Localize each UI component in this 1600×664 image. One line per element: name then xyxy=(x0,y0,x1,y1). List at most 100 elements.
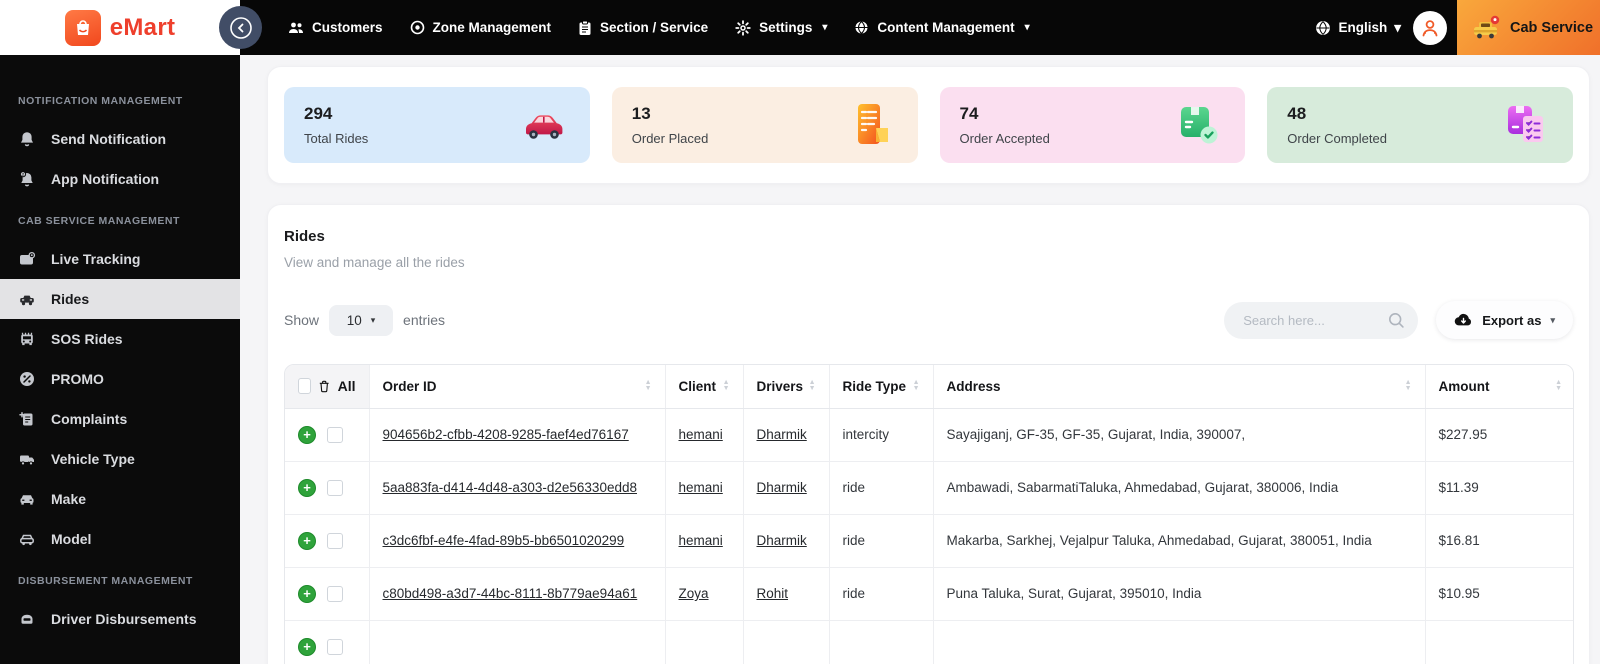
model-icon xyxy=(20,534,34,546)
navbar-right: English ▾ xyxy=(1315,10,1457,45)
row-checkbox[interactable] xyxy=(327,426,343,443)
user-avatar-icon xyxy=(1422,19,1438,36)
show-label: Show xyxy=(284,312,320,328)
caret-down-icon: ▾ xyxy=(1550,314,1555,325)
rides-table: All Order ID ▲ ▼ Client ▲ ▼ Drivers ▲ ▼ Ride T… xyxy=(284,364,1574,664)
make-icon xyxy=(20,495,34,505)
sort-icon: ▲ ▼ xyxy=(722,379,730,393)
sidebar-item-make[interactable]: Make xyxy=(0,479,240,519)
column-header-select-all[interactable]: All xyxy=(285,365,370,409)
sidebar-item-complaints[interactable]: Complaints xyxy=(0,399,240,439)
sidebar-collapse-button[interactable] xyxy=(219,6,262,49)
client-link[interactable]: Zoya xyxy=(679,586,709,601)
order-placed-icon xyxy=(848,103,896,147)
stat-value: 294 xyxy=(304,104,333,123)
expand-row-button[interactable]: + xyxy=(298,637,316,656)
row-checkbox[interactable] xyxy=(327,585,343,602)
driver-link[interactable]: Dharmik xyxy=(757,533,807,548)
sidebar-item-promo[interactable]: PROMO xyxy=(0,359,240,399)
sort-icon: ▲ ▼ xyxy=(1555,379,1562,393)
brand[interactable]: eMart xyxy=(0,0,240,55)
bell-icon xyxy=(21,132,33,147)
stats-panel: 294 Total Rides 13 Order Placed 74 Order… xyxy=(267,66,1590,184)
cloud-download-icon xyxy=(1454,313,1472,325)
search-icon xyxy=(1388,312,1405,334)
nav-item-settings[interactable]: Settings ▾ xyxy=(735,19,828,36)
column-header-amount[interactable]: Amount ▲ ▼ xyxy=(1425,365,1573,409)
settings-icon xyxy=(735,19,751,36)
client-link[interactable]: hemani xyxy=(679,427,723,442)
column-header-drivers[interactable]: Drivers ▲ ▼ xyxy=(743,365,830,409)
customers-icon xyxy=(289,22,303,33)
chevron-down-icon: ▾ xyxy=(1394,19,1401,35)
client-link[interactable]: hemani xyxy=(679,480,723,495)
address-cell: Makarba, Sarkhej, Vejalpur Taluka, Ahmed… xyxy=(933,514,1426,568)
order-id-link[interactable]: 5aa883fa-d414-4d48-a303-d2e56330edd8 xyxy=(383,480,637,495)
sidebar-section-title: CAB SERVICE MANAGEMENT xyxy=(18,215,180,227)
column-header-order-id[interactable]: Order ID ▲ ▼ xyxy=(369,365,666,409)
address-cell: Sayajiganj, GF-35, GF-35, Gujarat, India… xyxy=(933,408,1426,462)
expand-row-button[interactable]: + xyxy=(298,478,316,497)
chevron-down-icon: ▾ xyxy=(822,22,828,33)
table-row: + 904656b2-cfbb-4208-9285-faef4ed76167 h… xyxy=(285,408,1573,462)
row-checkbox[interactable] xyxy=(327,638,343,655)
stat-value: 48 xyxy=(1287,104,1307,123)
app-bell-icon: 2 xyxy=(19,171,33,187)
amount-cell: $227.95 xyxy=(1425,408,1573,462)
nav-item-customers[interactable]: Customers xyxy=(288,20,383,35)
column-header-client[interactable]: Client ▲ ▼ xyxy=(665,365,744,409)
sidebar-item-vehicle-type[interactable]: Vehicle Type xyxy=(0,439,240,479)
zone-icon xyxy=(410,20,424,35)
order-id-link[interactable]: c80bd498-a3d7-44bc-8111-8b779ae94a61 xyxy=(383,586,638,601)
export-button[interactable]: Export as ▾ xyxy=(1436,301,1573,339)
entries-label: entries xyxy=(403,312,446,328)
arrow-left-circle-icon xyxy=(229,16,252,39)
sidebar-item-sos-rides[interactable]: SOS Rides xyxy=(0,319,240,359)
table-row: + xyxy=(285,620,1573,664)
nav-item-content-management[interactable]: Content Management ▾ xyxy=(854,20,1030,35)
select-all-checkbox[interactable] xyxy=(298,378,312,395)
section-icon xyxy=(579,20,591,35)
nav-item-section-service[interactable]: Section / Service xyxy=(578,20,708,36)
expand-row-button[interactable]: + xyxy=(298,531,316,550)
driver-link[interactable]: Dharmik xyxy=(757,480,807,495)
row-checkbox[interactable] xyxy=(327,479,343,496)
search-box xyxy=(1224,301,1419,339)
disbursement-icon xyxy=(21,614,33,624)
delete-all-icon xyxy=(320,380,329,393)
nav-item-zone-management[interactable]: Zone Management xyxy=(410,20,551,35)
cab-service-badge[interactable]: Cab Service xyxy=(1457,0,1600,55)
avatar[interactable] xyxy=(1413,10,1447,45)
stat-card-order-completed: 48 Order Completed xyxy=(1267,87,1573,163)
car-icon xyxy=(520,103,568,147)
globe-icon xyxy=(1316,20,1331,35)
tracking-icon xyxy=(20,251,36,265)
sidebar-item-model[interactable]: Model xyxy=(0,519,240,559)
sort-icon: ▲ ▼ xyxy=(1404,379,1412,393)
expand-row-button[interactable]: + xyxy=(298,425,316,444)
sidebar-item-rides[interactable]: Rides xyxy=(0,279,240,319)
sidebar-item-live-tracking[interactable]: Live Tracking xyxy=(0,239,240,279)
stat-label: Order Completed xyxy=(1287,131,1387,146)
driver-link[interactable]: Rohit xyxy=(757,586,789,601)
client-link[interactable]: hemani xyxy=(679,533,723,548)
column-header-ride-type[interactable]: Ride Type ▲ ▼ xyxy=(829,365,934,409)
sidebar-item-send-notification[interactable]: Send Notification xyxy=(0,119,240,159)
complaints-icon xyxy=(19,412,33,426)
sidebar-item-driver-disbursements[interactable]: Driver Disbursements xyxy=(0,599,240,639)
column-header-address[interactable]: Address ▲ ▼ xyxy=(933,365,1426,409)
row-checkbox[interactable] xyxy=(327,532,343,549)
driver-link[interactable]: Dharmik xyxy=(757,427,807,442)
search-export-group: Export as ▾ xyxy=(1224,301,1573,339)
order-id-link[interactable]: 904656b2-cfbb-4208-9285-faef4ed76167 xyxy=(383,427,629,442)
order-id-link[interactable]: c3dc6fbf-e4fe-4fad-89b5-bb6501020299 xyxy=(383,533,625,548)
sidebar-section-title: DISBURSEMENT MANAGEMENT xyxy=(18,575,193,587)
expand-row-button[interactable]: + xyxy=(298,584,316,603)
sidebar-item-app-notification[interactable]: 2 App Notification xyxy=(0,159,240,199)
page-size-group: Show 10 ▾ entries xyxy=(284,304,446,336)
taxi-side-icon xyxy=(20,295,34,306)
language-selector[interactable]: English ▾ xyxy=(1315,20,1401,36)
page-size-select[interactable]: 10 ▾ xyxy=(329,304,394,336)
ride-type-cell xyxy=(829,620,934,664)
sos-icon xyxy=(21,332,33,346)
